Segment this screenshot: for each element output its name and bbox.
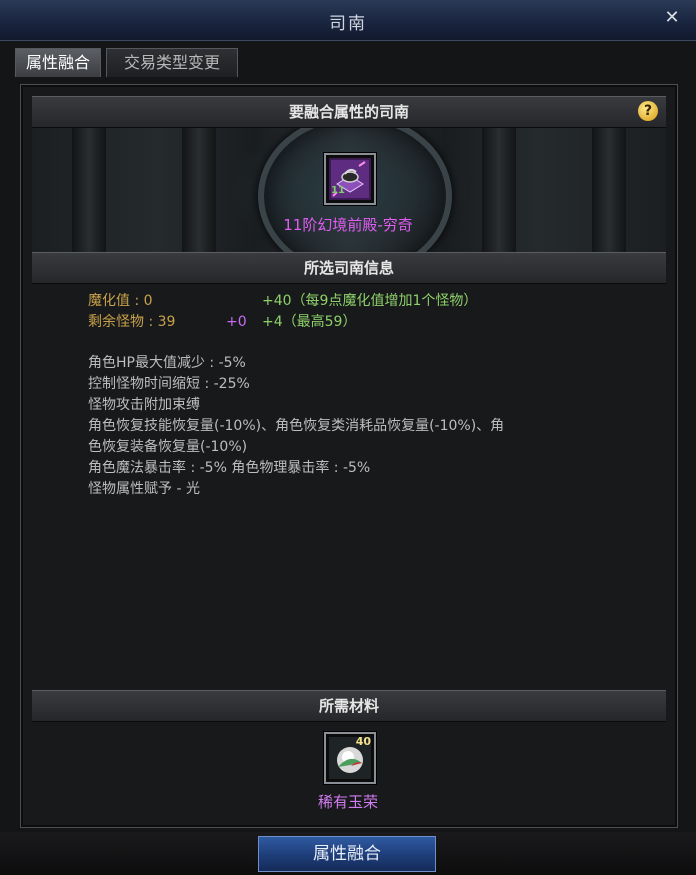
attribute-fusion-button[interactable]: 属性融合	[258, 836, 436, 872]
title-bar[interactable]: 司南 ✕	[0, 0, 696, 41]
materials-title: 所需材料	[318, 697, 379, 715]
fusion-target-heading: 要融合属性的司南 ?	[32, 96, 666, 128]
effect-line: 控制怪物时间缩短 : -25%	[88, 376, 250, 392]
materials-heading: 所需材料	[32, 690, 666, 722]
remaining-monsters-current: +0	[226, 314, 247, 330]
remaining-monsters: 剩余怪物 : 39	[88, 314, 176, 330]
selected-info-heading: 所选司南信息	[32, 252, 666, 284]
effect-line: 怪物攻击附加束缚	[88, 397, 200, 413]
tab-trade-type-change[interactable]: 交易类型变更	[106, 48, 238, 77]
corruption-value: 魔化值 : 0	[88, 293, 153, 309]
compass-window: 司南 ✕ 属性融合 交易类型变更 要融合属性的司南 ? 11 11阶幻境前殿-穷…	[0, 0, 696, 875]
material-quantity: 40	[355, 735, 371, 748]
target-item-name: 11阶幻境前殿-穷奇	[283, 216, 413, 234]
effect-line: 角色恢复技能恢复量(-10%)、角色恢复类消耗品恢复量(-10%)、角	[88, 418, 505, 434]
material-item-name: 稀有玉荣	[317, 793, 378, 811]
material-item-slot[interactable]: 40	[324, 732, 376, 784]
target-item-level-badge: 11	[331, 185, 345, 196]
remaining-monsters-bonus: +4（最高59）	[262, 314, 357, 330]
selected-info-title: 所选司南信息	[303, 259, 394, 277]
window-title: 司南	[329, 14, 367, 34]
effect-line: 色恢复装备恢复量(-10%)	[88, 439, 248, 455]
close-icon[interactable]: ✕	[662, 8, 682, 28]
corruption-bonus: +40（每9点魔化值增加1个怪物）	[262, 293, 478, 309]
target-item-slot[interactable]: 11	[324, 153, 376, 205]
tab-attribute-fusion[interactable]: 属性融合	[15, 48, 101, 77]
effect-line: 角色魔法暴击率 : -5% 角色物理暴击率 : -5%	[88, 460, 371, 476]
effect-line: 怪物属性赋予 - 光	[88, 481, 200, 497]
help-icon[interactable]: ?	[638, 101, 658, 121]
fusion-target-title: 要融合属性的司南	[288, 103, 409, 121]
effect-line: 角色HP最大值减少 : -5%	[88, 355, 246, 371]
